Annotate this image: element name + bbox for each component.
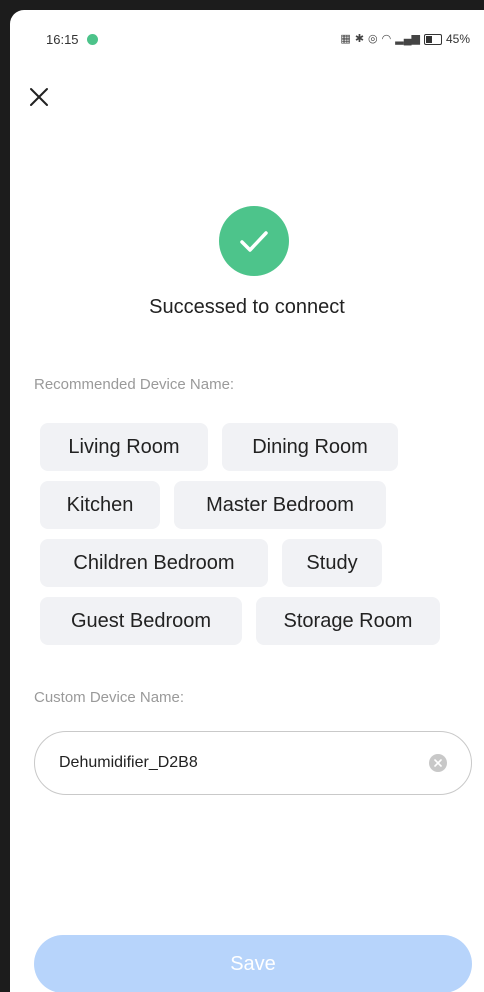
chip-living-room[interactable]: Living Room — [40, 423, 208, 471]
chip-master-bedroom[interactable]: Master Bedroom — [174, 481, 386, 529]
custom-name-input[interactable] — [59, 750, 419, 776]
chip-kitchen[interactable]: Kitchen — [40, 481, 160, 529]
save-button[interactable]: Save — [34, 935, 472, 992]
signal-icon: ▂▄▆ — [395, 32, 420, 45]
chip-children-bedroom[interactable]: Children Bedroom — [40, 539, 268, 587]
vibrate-icon: ▦ — [340, 32, 351, 45]
app-screen: 16:15 ▦ ✱ ◎ ◠ ▂▄▆ 45% Successed to conne… — [10, 10, 484, 992]
chip-study[interactable]: Study — [282, 539, 382, 587]
custom-name-field — [34, 731, 472, 795]
recommended-label: Recommended Device Name: — [34, 376, 235, 393]
battery-icon — [423, 33, 442, 45]
success-indicator — [219, 206, 289, 276]
wifi-icon: ◠ — [381, 32, 392, 45]
clear-input-button[interactable] — [429, 754, 447, 772]
success-title: Successed to connect — [149, 296, 345, 318]
bluetooth-icon: ✱ — [354, 32, 365, 45]
close-button[interactable] — [26, 84, 54, 112]
battery-percent: 45% — [445, 32, 470, 46]
chip-storage-room[interactable]: Storage Room — [256, 597, 440, 645]
status-bar: 16:15 ▦ ✱ ◎ ◠ ▂▄▆ 45% — [10, 10, 484, 58]
notification-dot-icon — [87, 34, 98, 45]
chip-guest-bedroom[interactable]: Guest Bedroom — [40, 597, 242, 645]
custom-name-label: Custom Device Name: — [34, 689, 185, 706]
status-icons: ▦ ✱ ◎ ◠ ▂▄▆ 45% — [340, 32, 470, 46]
clear-icon — [434, 759, 442, 767]
chip-dining-room[interactable]: Dining Room — [222, 423, 398, 471]
hotspot-icon: ◎ — [368, 32, 378, 45]
close-icon — [30, 88, 48, 106]
checkmark-icon — [240, 231, 268, 252]
status-time: 16:15 — [46, 32, 79, 47]
